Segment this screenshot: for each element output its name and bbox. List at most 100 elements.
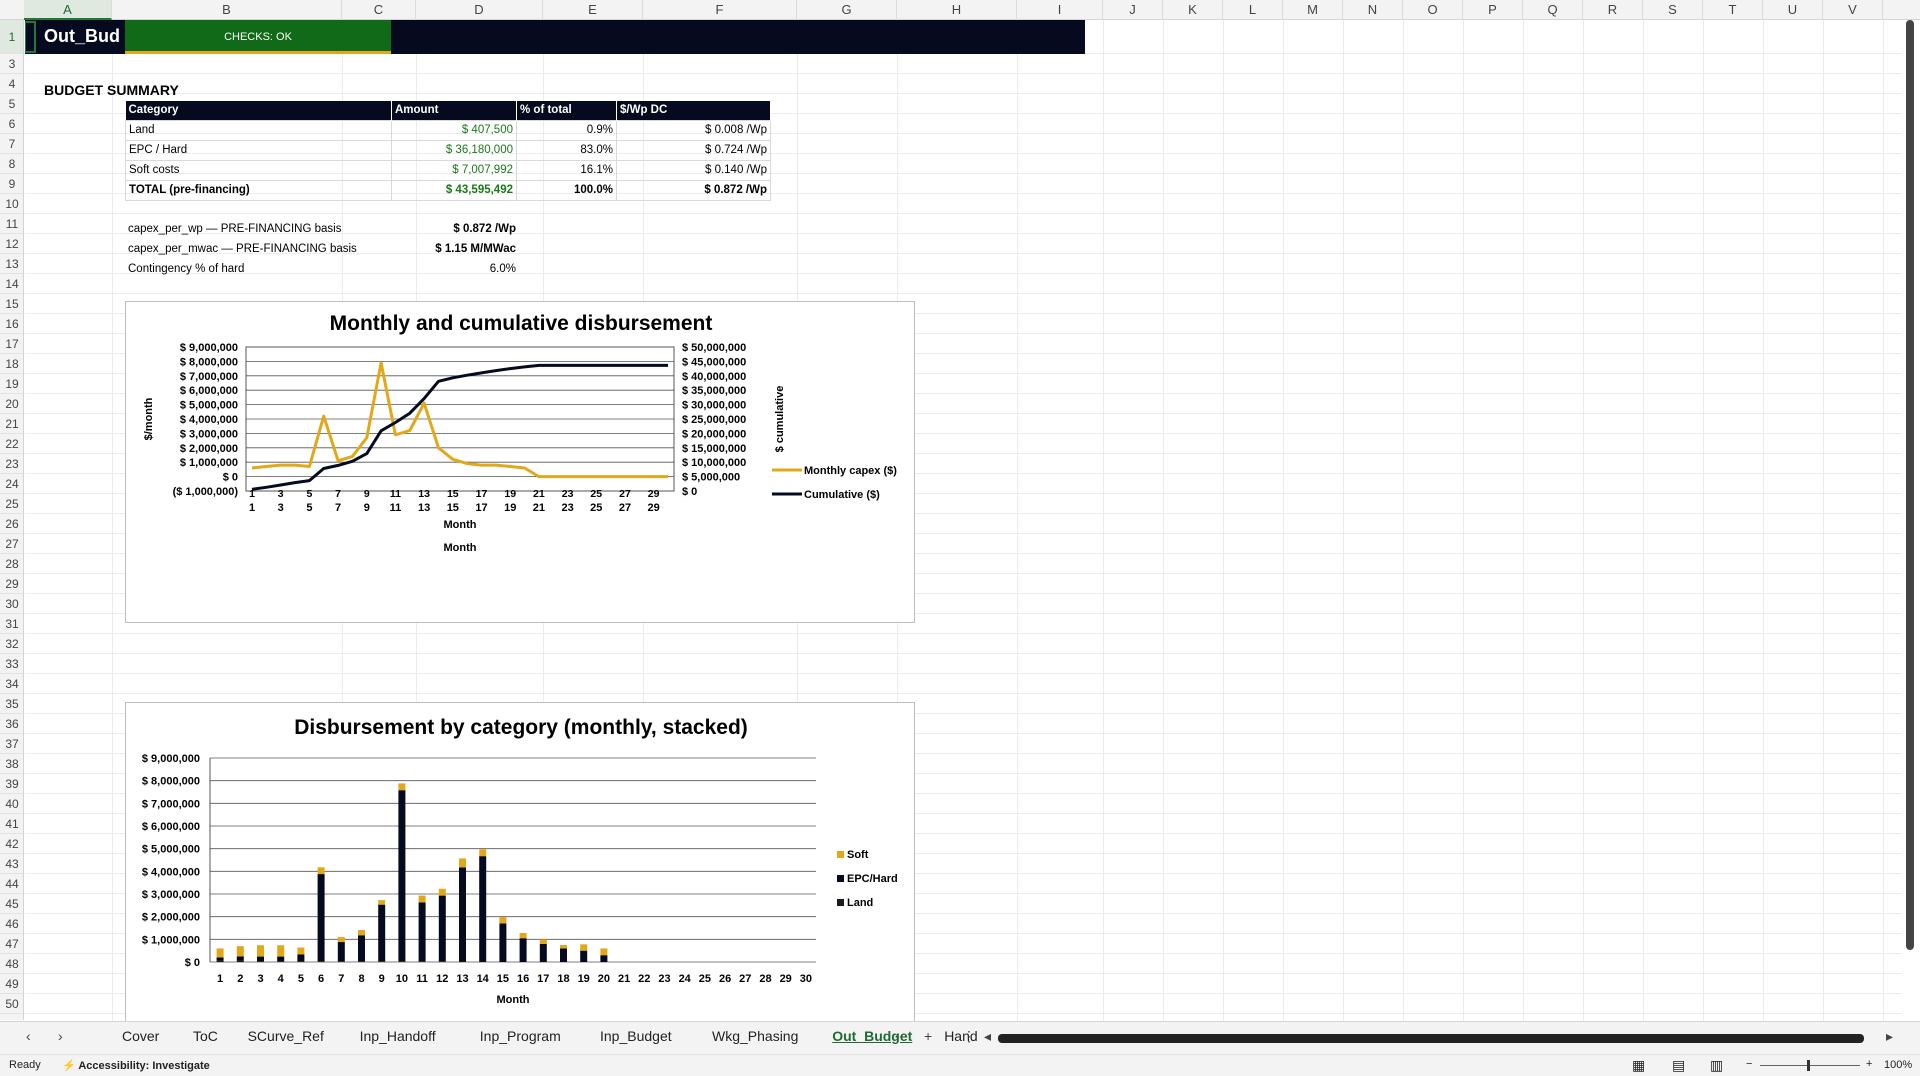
zoom-slider-thumb[interactable] xyxy=(1807,1060,1810,1071)
column-header[interactable]: A xyxy=(24,0,112,20)
cell-pct[interactable]: 0.9% xyxy=(516,119,617,141)
cell-pct[interactable]: 83.0% xyxy=(516,139,617,161)
options-menu-icon[interactable]: ⋮ xyxy=(962,1028,976,1045)
sheet-tab[interactable]: Cover xyxy=(122,1028,159,1044)
row-header[interactable]: 33 xyxy=(0,654,23,674)
page-layout-icon[interactable]: ▤ xyxy=(1672,1057,1685,1074)
row-header[interactable]: 45 xyxy=(0,894,23,914)
row-header[interactable]: 46 xyxy=(0,914,23,934)
column-header[interactable]: S xyxy=(1643,0,1703,20)
row-header[interactable]: 20 xyxy=(0,394,23,414)
row-header[interactable]: 43 xyxy=(0,854,23,874)
metric-label[interactable]: Contingency % of hard xyxy=(128,263,244,275)
cell-per-wp[interactable]: $ 0.724 /Wp xyxy=(616,139,771,161)
col-header-category[interactable]: Category xyxy=(125,101,392,120)
row-header[interactable]: 6 xyxy=(0,114,23,134)
column-header[interactable]: D xyxy=(416,0,543,20)
cell-per-wp[interactable]: $ 0.872 /Wp xyxy=(616,179,771,201)
row-header[interactable]: 29 xyxy=(0,574,23,594)
col-header-per-wp[interactable]: $/Wp DC xyxy=(616,101,771,120)
sheet-tab[interactable]: Inp_Budget xyxy=(600,1028,672,1044)
normal-view-icon[interactable]: ▦ xyxy=(1632,1057,1645,1074)
column-header[interactable]: V xyxy=(1823,0,1883,20)
row-header[interactable]: 5 xyxy=(0,94,23,114)
vertical-scrollbar[interactable] xyxy=(1906,20,1914,950)
cell-per-wp[interactable]: $ 0.140 /Wp xyxy=(616,159,771,181)
row-header[interactable]: 47 xyxy=(0,934,23,954)
accessibility-status[interactable]: ⚡ Accessibility: Investigate xyxy=(62,1059,210,1072)
row-header[interactable]: 10 xyxy=(0,194,23,214)
row-header[interactable]: 16 xyxy=(0,314,23,334)
column-header[interactable]: J xyxy=(1103,0,1163,20)
row-header[interactable]: 9 xyxy=(0,174,23,194)
row-header[interactable]: 25 xyxy=(0,494,23,514)
column-header[interactable]: P xyxy=(1463,0,1523,20)
worksheet-grid[interactable]: Out_Bud CHECKS: OK BUDGET SUMMARY Catego… xyxy=(25,20,1902,1021)
row-header[interactable]: 35 xyxy=(0,694,23,714)
row-header[interactable]: 50 xyxy=(0,994,23,1014)
column-header[interactable]: K xyxy=(1163,0,1223,20)
row-header[interactable]: 24 xyxy=(0,474,23,494)
row-header[interactable]: 32 xyxy=(0,634,23,654)
metric-value[interactable]: 6.0% xyxy=(416,263,516,275)
column-header[interactable]: C xyxy=(342,0,416,20)
column-header[interactable]: T xyxy=(1703,0,1763,20)
cell-per-wp[interactable]: $ 0.008 /Wp xyxy=(616,119,771,141)
prev-sheet-arrow-icon[interactable]: ‹ xyxy=(26,1028,31,1044)
row-header[interactable]: 23 xyxy=(0,454,23,474)
cell-category[interactable]: Land xyxy=(125,119,392,141)
column-header[interactable]: O xyxy=(1403,0,1463,20)
column-header[interactable]: M xyxy=(1283,0,1343,20)
row-header[interactable]: 41 xyxy=(0,814,23,834)
row-header[interactable]: 7 xyxy=(0,134,23,154)
row-header[interactable]: 44 xyxy=(0,874,23,894)
column-header[interactable]: I xyxy=(1017,0,1103,20)
cell-category[interactable]: EPC / Hard xyxy=(125,139,392,161)
horizontal-scrollbar[interactable] xyxy=(998,1034,1864,1043)
row-header[interactable]: 4 xyxy=(0,74,23,94)
cell-category[interactable]: Soft costs xyxy=(125,159,392,181)
add-sheet-icon[interactable]: + xyxy=(924,1028,932,1044)
row-header[interactable]: 30 xyxy=(0,594,23,614)
row-header[interactable]: 1 xyxy=(0,20,23,54)
stacked-bar-chart[interactable]: Disbursement by category (monthly, stack… xyxy=(125,702,915,1021)
row-header[interactable]: 11 xyxy=(0,214,23,234)
col-header-pct[interactable]: % of total xyxy=(516,101,617,120)
line-chart-disbursement[interactable]: Monthly and cumulative disbursement ($ 1,… xyxy=(125,301,915,623)
metric-value[interactable]: $ 0.872 /Wp xyxy=(416,223,516,235)
cell-amount[interactable]: $ 7,007,992 xyxy=(391,159,517,181)
zoom-in-icon[interactable]: + xyxy=(1866,1058,1872,1070)
row-header[interactable]: 27 xyxy=(0,534,23,554)
row-header[interactable]: 15 xyxy=(0,294,23,314)
row-header[interactable]: 17 xyxy=(0,334,23,354)
row-header[interactable]: 37 xyxy=(0,734,23,754)
row-header[interactable]: 48 xyxy=(0,954,23,974)
row-header[interactable]: 21 xyxy=(0,414,23,434)
row-header[interactable]: 18 xyxy=(0,354,23,374)
row-header[interactable]: 38 xyxy=(0,754,23,774)
cell-amount[interactable]: $ 407,500 xyxy=(391,119,517,141)
row-header[interactable]: 3 xyxy=(0,54,23,74)
column-header[interactable]: G xyxy=(797,0,897,20)
col-header-amount[interactable]: Amount xyxy=(391,101,517,120)
zoom-out-icon[interactable]: − xyxy=(1746,1058,1752,1070)
row-header[interactable]: 8 xyxy=(0,154,23,174)
column-header[interactable]: R xyxy=(1583,0,1643,20)
row-header[interactable]: 36 xyxy=(0,714,23,734)
row-header[interactable]: 13 xyxy=(0,254,23,274)
column-header[interactable]: L xyxy=(1223,0,1283,20)
cell-amount[interactable]: $ 36,180,000 xyxy=(391,139,517,161)
next-sheet-arrow-icon[interactable]: › xyxy=(58,1028,63,1044)
row-header[interactable]: 42 xyxy=(0,834,23,854)
column-header[interactable]: H xyxy=(897,0,1017,20)
column-header[interactable]: N xyxy=(1343,0,1403,20)
row-header[interactable]: 12 xyxy=(0,234,23,254)
checks-status-cell[interactable]: CHECKS: OK xyxy=(125,20,391,54)
scroll-right-icon[interactable]: ▸ xyxy=(1886,1028,1893,1045)
column-header[interactable]: B xyxy=(112,0,342,20)
column-header[interactable]: F xyxy=(643,0,797,20)
sheet-tab[interactable]: Inp_Program xyxy=(480,1028,561,1044)
row-header[interactable]: 49 xyxy=(0,974,23,994)
metric-label[interactable]: capex_per_wp — PRE-FINANCING basis xyxy=(128,223,341,235)
sheet-tab[interactable]: SCurve_Ref xyxy=(248,1028,324,1044)
